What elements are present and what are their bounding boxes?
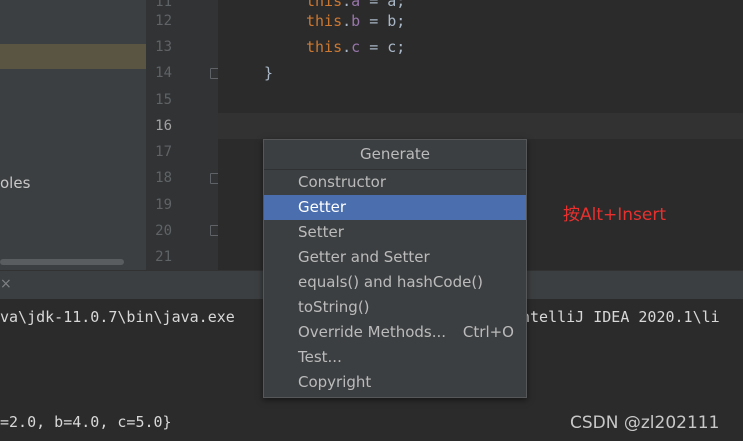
generate-popup: Generate Constructor Getter Setter Gette… [263, 139, 527, 398]
menu-item-tostring[interactable]: toString() [264, 295, 526, 320]
line-number: 17 [155, 144, 172, 160]
close-tab-icon[interactable]: × [0, 276, 12, 292]
generate-menu: Constructor Getter Setter Getter and Set… [264, 170, 526, 395]
menu-item-shortcut: Ctrl+O [462, 323, 514, 341]
project-panel [0, 0, 146, 270]
menu-item-label: Constructor [298, 173, 387, 191]
menu-item-label: Getter and Setter [298, 248, 430, 266]
menu-item-label: Getter [298, 198, 347, 216]
line-number: 19 [155, 197, 172, 213]
line-number: 15 [155, 92, 172, 108]
menu-item-label: toString() [298, 298, 370, 316]
console-output: =2.0, b=4.0, c=5.0} [0, 413, 172, 431]
keyword: this [306, 12, 343, 30]
menu-item-test[interactable]: Test... [264, 345, 526, 370]
field-name: b [351, 12, 361, 30]
project-tree-item[interactable]: oles [0, 174, 30, 192]
code-line-13: this.c = c; [306, 38, 405, 56]
line-number: 11 [155, 0, 172, 10]
console-command-left: va\jdk-11.0.7\bin\java.exe [0, 308, 235, 326]
line-number: 18 [155, 170, 172, 186]
line-number: 13 [155, 39, 172, 55]
line-number: 12 [155, 13, 172, 29]
menu-item-getter[interactable]: Getter [264, 195, 526, 220]
menu-item-copyright[interactable]: Copyright [264, 370, 526, 395]
menu-item-label: Override Methods... [298, 323, 447, 341]
menu-item-constructor[interactable]: Constructor [264, 170, 526, 195]
menu-item-label: Setter [298, 223, 344, 241]
caret-line-highlight [218, 113, 743, 139]
project-selected-row[interactable] [0, 44, 146, 69]
code-text: = c; [360, 38, 406, 56]
menu-item-equals-hashcode[interactable]: equals() and hashCode() [264, 270, 526, 295]
code-line-14: } [264, 64, 274, 82]
menu-item-getter-and-setter[interactable]: Getter and Setter [264, 245, 526, 270]
project-scrollbar[interactable] [0, 259, 124, 265]
line-number: 20 [155, 223, 172, 239]
annotation-text: 按Alt+Insert [563, 205, 667, 225]
code-text: . [342, 12, 352, 30]
code-line-12: this.b = b; [306, 12, 405, 30]
field-name: c [351, 38, 361, 56]
code-line-11: this.a = a; [306, 0, 406, 10]
line-number-current: 16 [155, 118, 172, 134]
keyword: this [306, 38, 343, 56]
line-number: 21 [155, 249, 172, 265]
watermark: CSDN @zl202111 [570, 413, 720, 433]
menu-item-label: Copyright [298, 373, 372, 391]
menu-item-label: Test... [298, 348, 342, 366]
code-text: . [342, 38, 352, 56]
menu-item-override-methods[interactable]: Override Methods... Ctrl+O [264, 320, 526, 345]
line-number: 14 [155, 65, 172, 81]
menu-item-label: equals() and hashCode() [298, 273, 484, 291]
popup-title: Generate [264, 140, 526, 170]
menu-item-setter[interactable]: Setter [264, 220, 526, 245]
console-command-right: ntelliJ IDEA 2020.1\li [521, 308, 720, 326]
code-text: = b; [360, 12, 406, 30]
